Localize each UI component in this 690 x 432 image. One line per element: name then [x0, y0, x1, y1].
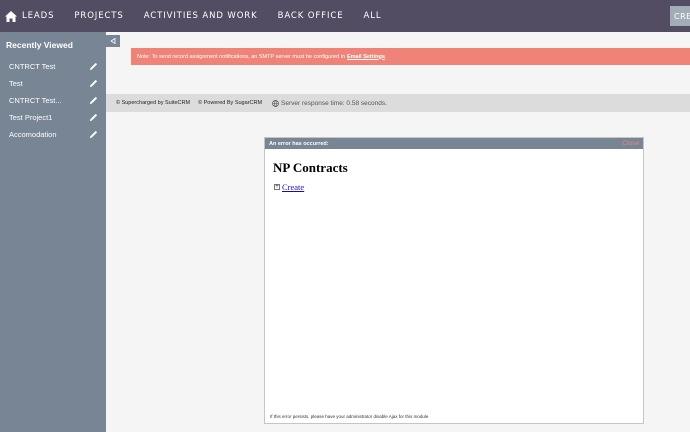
error-dialog-title: An error has occurred: — [269, 140, 329, 147]
error-dialog: An error has occurred: Close NP Contract… — [264, 137, 644, 424]
recently-viewed-label[interactable]: Accomodation — [9, 130, 57, 139]
create-link[interactable]: Create — [282, 182, 304, 192]
create-row: + Create — [274, 182, 304, 192]
globe-icon — [272, 99, 279, 107]
sidebar: Recently Viewed CNTRCT Test Test CNTRCT … — [0, 32, 106, 432]
recently-viewed-item[interactable]: Test — [0, 75, 106, 91]
server-response-text: Server response time: 0.58 seconds. — [281, 99, 387, 107]
error-dialog-header: An error has occurred: Close — [265, 138, 643, 149]
close-button[interactable]: Close — [622, 140, 639, 147]
edit-pencil-icon[interactable] — [89, 79, 98, 88]
nav-back-office[interactable]: BACK OFFICE — [268, 11, 354, 21]
edit-pencil-icon[interactable] — [89, 62, 98, 71]
email-settings-link[interactable]: Email Settings — [347, 54, 385, 60]
recently-viewed-label[interactable]: Test Project1 — [9, 113, 52, 122]
nav-leads[interactable]: LEADS — [20, 11, 64, 21]
recently-viewed-label[interactable]: Test — [9, 79, 23, 88]
powered-by-sugarcrm-link[interactable]: © Powered By SugarCRM — [198, 100, 262, 106]
home-icon[interactable] — [2, 0, 20, 32]
recently-viewed-label[interactable]: CNTRCT Test... — [9, 96, 62, 105]
recently-viewed-item[interactable]: Accomodation — [0, 126, 106, 142]
notice-text: Note: To send record assignment notifica… — [137, 53, 345, 60]
recently-viewed-item[interactable]: CNTRCT Test — [0, 58, 106, 74]
top-navigation-bar: LEADS PROJECTS ACTIVITIES AND WORK BACK … — [0, 0, 690, 32]
recently-viewed-item[interactable]: CNTRCT Test... — [0, 92, 106, 108]
nav-all[interactable]: ALL — [353, 11, 391, 21]
create-button[interactable]: CRE — [670, 6, 690, 26]
notice-end: . — [384, 53, 387, 60]
edit-pencil-icon[interactable] — [89, 113, 98, 122]
recently-viewed-item[interactable]: Test Project1 — [0, 109, 106, 125]
collapse-sidebar-button[interactable] — [106, 35, 120, 47]
module-heading: NP Contracts — [273, 160, 348, 175]
plus-icon[interactable]: + — [274, 184, 280, 190]
supercharged-by-suitecrm-link[interactable]: © Supercharged by SuiteCRM — [116, 100, 190, 106]
smtp-notice-banner: Note: To send record assignment notifica… — [131, 48, 690, 65]
edit-pencil-icon[interactable] — [89, 130, 98, 139]
nav-activities-and-work[interactable]: ACTIVITIES AND WORK — [134, 11, 268, 21]
recently-viewed-label[interactable]: CNTRCT Test — [9, 62, 55, 71]
triangle-left-icon — [110, 38, 116, 44]
edit-pencil-icon[interactable] — [89, 96, 98, 105]
footer-bar: © Supercharged by SuiteCRM © Powered By … — [106, 94, 690, 112]
server-response-time: Server response time: 0.58 seconds. — [272, 100, 387, 107]
nav-projects[interactable]: PROJECTS — [64, 11, 133, 21]
error-persist-note: If this error persists, please have your… — [270, 414, 429, 419]
recently-viewed-title: Recently Viewed — [6, 40, 73, 50]
